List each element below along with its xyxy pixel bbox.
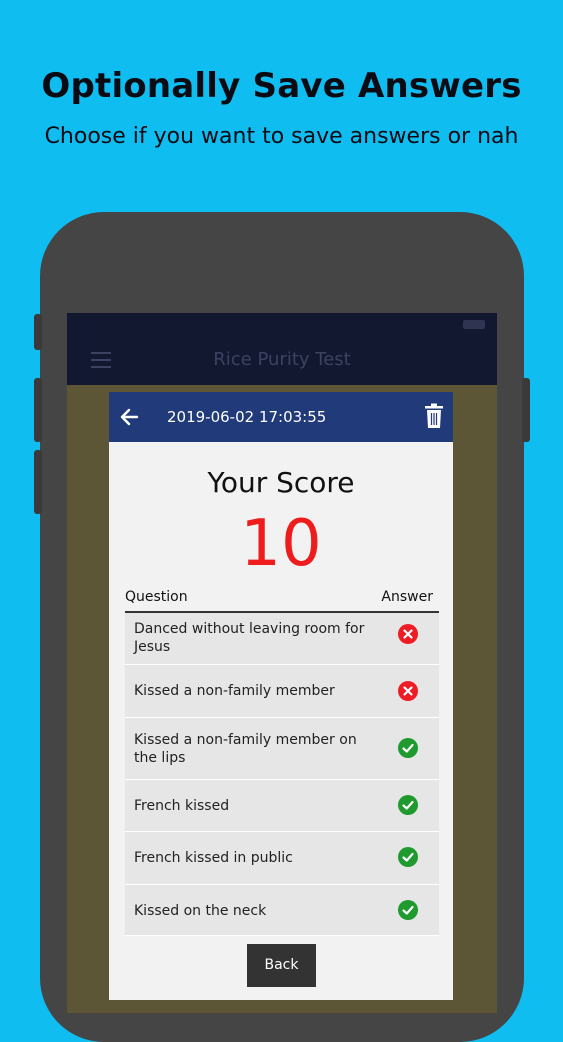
answers-table-header: Question Answer xyxy=(125,589,439,613)
status-bar xyxy=(67,313,497,337)
table-row: French kissed xyxy=(125,780,439,832)
row-question: Kissed a non-family member on the lips xyxy=(134,732,357,766)
battery-icon xyxy=(463,320,485,329)
answers-table: Danced without leaving room for Jesus Ki… xyxy=(125,613,439,936)
back-arrow-icon[interactable] xyxy=(117,404,143,430)
phone-mute-switch xyxy=(34,314,42,350)
promo-subhead: Choose if you want to save answers or na… xyxy=(44,124,519,149)
x-icon xyxy=(398,681,418,701)
table-row: French kissed in public xyxy=(125,832,439,885)
row-question: Kissed a non-family member xyxy=(134,683,335,699)
x-icon xyxy=(398,624,418,644)
row-question: Kissed on the neck xyxy=(134,903,267,919)
row-question: French kissed in public xyxy=(134,850,293,866)
phone-volume-up xyxy=(34,378,42,442)
table-row: Kissed a non-family member on the lips xyxy=(125,718,439,780)
promo-headline: Optionally Save Answers xyxy=(41,66,522,106)
app-bar: Rice Purity Test xyxy=(67,337,497,385)
score-label: Your Score xyxy=(207,466,355,499)
trash-icon[interactable] xyxy=(423,403,445,429)
app-title: Rice Purity Test xyxy=(213,349,351,370)
row-question: Danced without leaving room for Jesus xyxy=(134,621,365,655)
check-icon xyxy=(398,795,418,815)
saved-result-modal: 2019-06-02 17:03:55 Your Score 10 Questi… xyxy=(109,392,453,1000)
check-icon xyxy=(398,900,418,920)
score-value: 10 xyxy=(240,507,322,581)
table-row: Kissed on the neck xyxy=(125,885,439,936)
check-icon xyxy=(398,847,418,867)
table-row: Danced without leaving room for Jesus xyxy=(125,613,439,665)
column-header-question: Question xyxy=(125,589,188,605)
phone-power-button xyxy=(522,378,530,442)
back-button[interactable]: Back xyxy=(247,944,316,987)
phone-volume-down xyxy=(34,450,42,514)
row-question: French kissed xyxy=(134,798,230,814)
result-date: 2019-06-02 17:03:55 xyxy=(167,408,327,426)
check-icon xyxy=(398,738,418,758)
column-header-answer: Answer xyxy=(381,589,433,605)
table-row: Kissed a non-family member xyxy=(125,665,439,718)
modal-header: 2019-06-02 17:03:55 xyxy=(109,392,453,442)
